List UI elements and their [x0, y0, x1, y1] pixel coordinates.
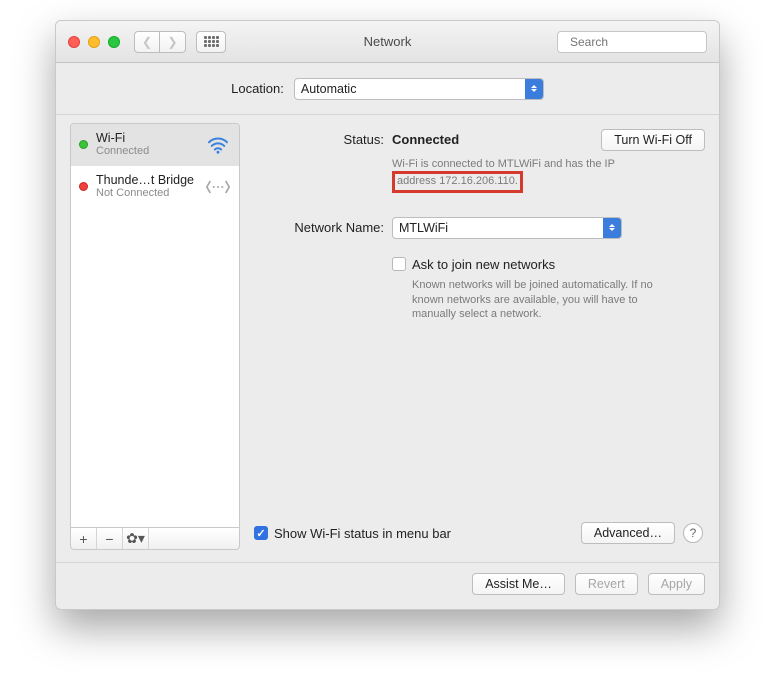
service-name: Wi-Fi	[96, 132, 205, 146]
zoom-window-button[interactable]	[108, 36, 120, 48]
service-sidebar-column: Wi-Fi Connected T	[70, 123, 240, 550]
status-dot-disconnected-icon	[79, 182, 88, 191]
service-text: Wi-Fi Connected	[96, 132, 205, 158]
show-status-label: Show Wi-Fi status in menu bar	[274, 526, 451, 541]
info-line-1: Wi-Fi is connected to MTLWiFi and has th…	[392, 158, 615, 170]
chevron-left-icon: ❮	[142, 35, 152, 49]
apply-button[interactable]: Apply	[648, 573, 705, 595]
revert-button[interactable]: Revert	[575, 573, 638, 595]
close-window-button[interactable]	[68, 36, 80, 48]
ask-to-join-checkbox[interactable]	[392, 257, 406, 271]
connection-info: Wi-Fi is connected to MTLWiFi and has th…	[392, 157, 705, 193]
content-body: Wi-Fi Connected T	[56, 115, 719, 562]
titlebar: ❮ ❯ Network	[56, 21, 719, 63]
ask-to-join-label: Ask to join new networks	[412, 257, 555, 272]
thunderbolt-bridge-icon	[205, 178, 231, 196]
assist-me-button[interactable]: Assist Me…	[472, 573, 565, 595]
service-row-thunderbolt[interactable]: Thunde…t Bridge Not Connected	[71, 166, 239, 208]
window-controls	[68, 36, 120, 48]
popup-stepper-icon	[603, 218, 621, 238]
network-name-value: MTLWiFi	[399, 221, 448, 235]
service-list: Wi-Fi Connected T	[70, 123, 240, 528]
network-name-popup[interactable]: MTLWiFi	[392, 217, 622, 239]
service-status: Not Connected	[96, 187, 205, 199]
network-name-label: Network Name:	[252, 217, 392, 239]
plus-icon: +	[79, 531, 87, 547]
popup-stepper-icon	[525, 79, 543, 99]
help-icon: ?	[690, 526, 697, 540]
network-prefpane-window: ❮ ❯ Network Location: Automatic	[55, 20, 720, 610]
service-text: Thunde…t Bridge Not Connected	[96, 174, 205, 200]
info-line-2: address 172.16.206.110.	[397, 175, 518, 187]
ask-to-join-help: Known networks will be joined automatica…	[412, 278, 662, 323]
service-action-menu[interactable]: ✿▾	[123, 528, 149, 549]
service-list-buttons: + − ✿▾	[70, 528, 240, 550]
remove-service-button[interactable]: −	[97, 528, 123, 549]
back-button[interactable]: ❮	[134, 31, 160, 53]
location-value: Automatic	[301, 82, 357, 96]
chevron-right-icon: ❯	[167, 35, 177, 49]
forward-button[interactable]: ❯	[160, 31, 186, 53]
nav-buttons: ❮ ❯	[134, 31, 186, 53]
minus-icon: −	[105, 531, 113, 547]
location-popup[interactable]: Automatic	[294, 78, 544, 100]
status-dot-connected-icon	[79, 140, 88, 149]
wifi-icon	[205, 136, 231, 154]
add-service-button[interactable]: +	[71, 528, 97, 549]
status-value: Connected	[392, 129, 459, 147]
status-label: Status:	[252, 129, 392, 151]
location-row: Location: Automatic	[56, 63, 719, 115]
service-name: Thunde…t Bridge	[96, 174, 205, 188]
show-all-prefs-button[interactable]	[196, 31, 226, 53]
search-input[interactable]	[568, 34, 720, 50]
service-row-wifi[interactable]: Wi-Fi Connected	[71, 124, 239, 166]
search-field-wrap[interactable]	[557, 31, 707, 53]
ask-to-join-row[interactable]: Ask to join new networks	[392, 257, 705, 272]
show-status-row[interactable]: Show Wi-Fi status in menu bar	[254, 526, 451, 541]
location-label: Location:	[231, 81, 284, 96]
show-status-checkbox[interactable]	[254, 526, 268, 540]
ip-address-highlight: address 172.16.206.110.	[392, 171, 523, 193]
turn-wifi-off-button[interactable]: Turn Wi-Fi Off	[601, 129, 705, 151]
grid-icon	[204, 36, 219, 47]
minimize-window-button[interactable]	[88, 36, 100, 48]
advanced-button[interactable]: Advanced…	[581, 522, 675, 544]
help-button[interactable]: ?	[683, 523, 703, 543]
service-detail: Status: Connected Turn Wi-Fi Off Wi-Fi i…	[252, 123, 705, 550]
service-status: Connected	[96, 145, 205, 157]
gear-dropdown-icon: ✿▾	[126, 530, 145, 547]
